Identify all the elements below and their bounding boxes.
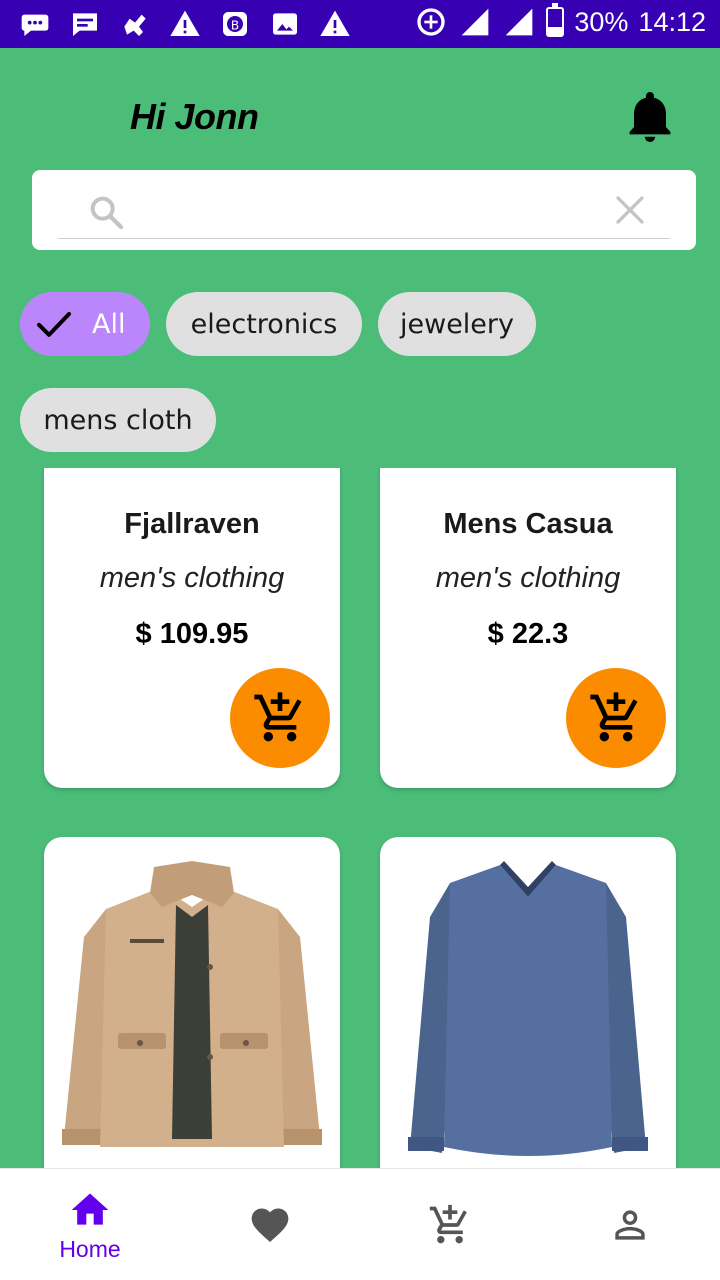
clock: 14:12	[638, 6, 706, 37]
person-icon	[615, 1210, 645, 1240]
search-icon[interactable]	[86, 192, 126, 232]
product-category: men's clothing	[99, 562, 285, 594]
status-bar: B 30% 14:12	[0, 0, 720, 48]
add-to-cart-button[interactable]	[230, 668, 330, 768]
nav-home-label: Home	[59, 1235, 121, 1262]
nav-home[interactable]: Home	[0, 1169, 180, 1280]
add-to-cart-icon	[429, 1204, 467, 1244]
signal-3g-icon	[502, 6, 536, 38]
chip-all[interactable]: All	[20, 292, 150, 356]
search-underline	[58, 238, 670, 239]
search-bar	[32, 170, 696, 250]
signal-icon	[458, 6, 492, 38]
data-saver-icon	[414, 6, 448, 38]
product-price: $ 109.95	[135, 618, 249, 650]
product-card[interactable]	[380, 837, 676, 1168]
bell-icon[interactable]	[626, 92, 674, 144]
product-card[interactable]: Fjallraven men's clothing $ 109.95	[44, 468, 340, 788]
add-to-cart-icon	[254, 692, 302, 742]
robot-icon	[118, 8, 152, 40]
product-card[interactable]	[44, 837, 340, 1168]
product-card[interactable]: Mens Casua men's clothing $ 22.3	[380, 468, 676, 788]
product-title: Fjallraven	[124, 508, 260, 540]
heart-icon	[251, 1208, 289, 1243]
battery-icon	[546, 3, 565, 37]
warning-icon	[168, 8, 202, 40]
message-icon	[68, 8, 102, 40]
add-to-cart-button[interactable]	[566, 668, 666, 768]
product-price: $ 22.3	[487, 618, 569, 650]
nav-profile[interactable]	[540, 1169, 720, 1280]
svg-text:B: B	[231, 18, 239, 32]
greeting-title: Hi Jonn	[130, 96, 259, 137]
product-image-shirt	[408, 861, 648, 1156]
product-category: men's clothing	[435, 562, 621, 594]
product-image-jacket	[62, 861, 322, 1147]
bottom-navigation: Home	[0, 1168, 720, 1280]
chip-label: All	[92, 308, 126, 340]
b-app-icon: B	[218, 8, 252, 40]
check-icon	[37, 312, 71, 337]
chip-label: mens cloth	[43, 404, 193, 436]
add-to-cart-icon	[590, 692, 638, 742]
chip-label: electronics	[190, 308, 338, 340]
chip-jewelery[interactable]: jewelery	[378, 292, 536, 356]
nav-favorites[interactable]	[180, 1169, 360, 1280]
chat-icon	[18, 8, 52, 40]
search-input[interactable]	[142, 190, 612, 230]
chip-mens-cloth[interactable]: mens cloth	[20, 388, 216, 452]
product-grid[interactable]: Fjallraven men's clothing $ 109.95 Mens …	[0, 468, 720, 1168]
close-icon[interactable]	[612, 192, 648, 228]
chip-electronics[interactable]: electronics	[166, 292, 362, 356]
image-icon	[268, 8, 302, 40]
product-title: Mens Casua	[443, 508, 613, 540]
warning-icon	[318, 8, 352, 40]
battery-percent: 30%	[574, 6, 629, 37]
nav-cart[interactable]	[360, 1169, 540, 1280]
home-icon	[71, 1193, 109, 1225]
chip-label: jewelery	[400, 308, 514, 340]
